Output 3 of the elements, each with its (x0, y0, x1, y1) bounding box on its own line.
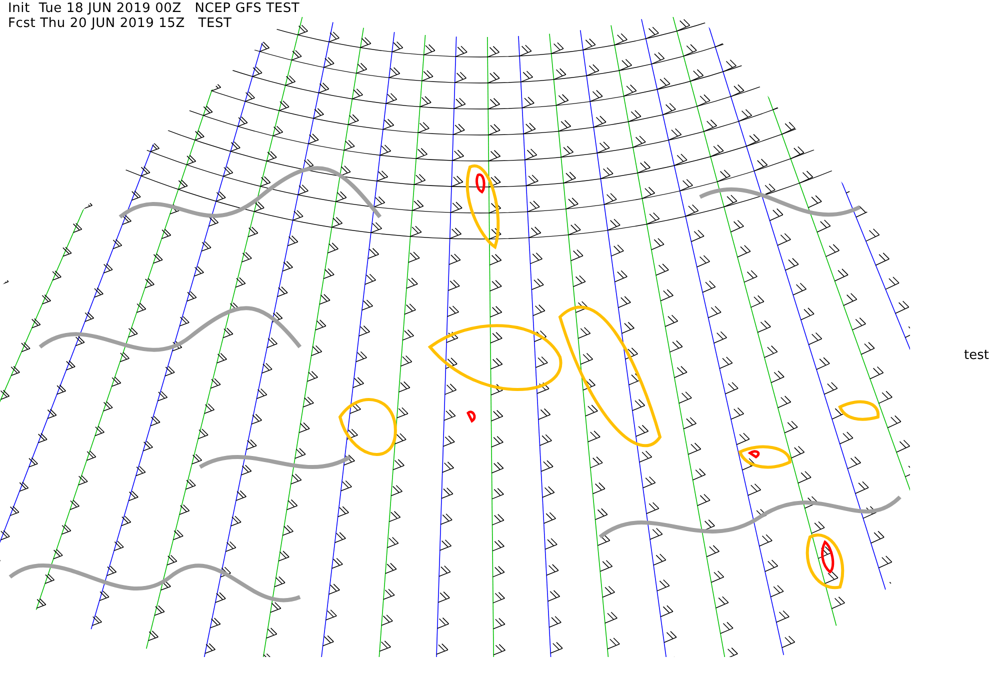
plot-header-text: Init Tue 18 JUN 2019 00Z NCEP GFS TEST (8, 1, 300, 16)
plot-side-label: test (964, 348, 989, 363)
plot-header-text: Fcst Thu 20 JUN 2019 15Z TEST (8, 16, 232, 31)
